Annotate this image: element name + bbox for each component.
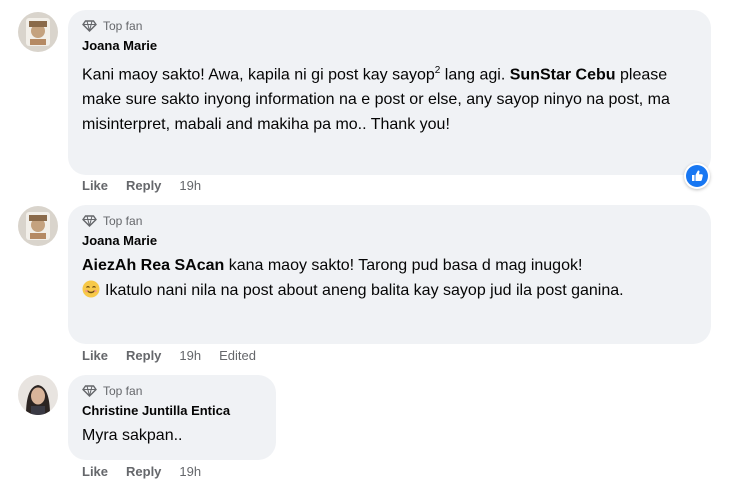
top-fan-label: Top fan (103, 214, 143, 228)
comment-actions: Like Reply 19h (82, 178, 219, 193)
comment-text-part: Kani maoy sakto! Awa, kapila ni gi post … (82, 66, 435, 84)
timestamp[interactable]: 19h (179, 464, 201, 479)
comment-actions: Like Reply 19h Edited (82, 348, 274, 363)
smiling-face-icon (82, 280, 100, 298)
comment-actions: Like Reply 19h (82, 464, 219, 479)
mention-link[interactable]: SunStar Cebu (510, 66, 616, 83)
like-button[interactable]: Like (82, 178, 108, 193)
comment-text: Kani maoy sakto! Awa, kapila ni gi post … (82, 58, 697, 137)
comment-text: AiezAh Rea SAcan kana maoy sakto! Tarong… (82, 253, 697, 303)
like-button[interactable]: Like (82, 464, 108, 479)
mention-link[interactable]: AiezAh Rea SAcan (82, 257, 224, 274)
comment-bubble: Top fan Christine Juntilla Entica Myra s… (68, 375, 276, 460)
comment-author[interactable]: Joana Marie (82, 38, 697, 54)
timestamp[interactable]: 19h (179, 178, 201, 193)
timestamp[interactable]: 19h (179, 348, 201, 363)
avatar[interactable] (18, 12, 58, 52)
reply-button[interactable]: Reply (126, 348, 161, 363)
like-button[interactable]: Like (82, 348, 108, 363)
thumbs-up-icon (686, 165, 708, 187)
top-fan-badge: Top fan (82, 214, 697, 228)
comment-text-part: lang agi. (440, 66, 510, 84)
top-fan-label: Top fan (103, 19, 143, 33)
top-fan-label: Top fan (103, 384, 143, 398)
comment-text-part: Ikatulo nani nila na post about aneng ba… (105, 282, 624, 299)
comment-author[interactable]: Christine Juntilla Entica (82, 403, 262, 419)
top-fan-badge: Top fan (82, 384, 262, 398)
diamond-icon (82, 20, 97, 32)
edited-label[interactable]: Edited (219, 348, 256, 363)
avatar[interactable] (18, 206, 58, 246)
diamond-icon (82, 215, 97, 227)
reaction-badge[interactable] (684, 163, 710, 189)
avatar[interactable] (18, 375, 58, 415)
reply-button[interactable]: Reply (126, 464, 161, 479)
reply-button[interactable]: Reply (126, 178, 161, 193)
comment-text-part: kana maoy sakto! Tarong pud basa d mag i… (224, 257, 583, 274)
top-fan-badge: Top fan (82, 19, 697, 33)
comment-author[interactable]: Joana Marie (82, 233, 697, 249)
comment-bubble: Top fan Joana Marie AiezAh Rea SAcan kan… (68, 205, 711, 344)
comment-text: Myra sakpan.. (82, 427, 183, 444)
diamond-icon (82, 385, 97, 397)
comment-bubble: Top fan Joana Marie Kani maoy sakto! Awa… (68, 10, 711, 175)
